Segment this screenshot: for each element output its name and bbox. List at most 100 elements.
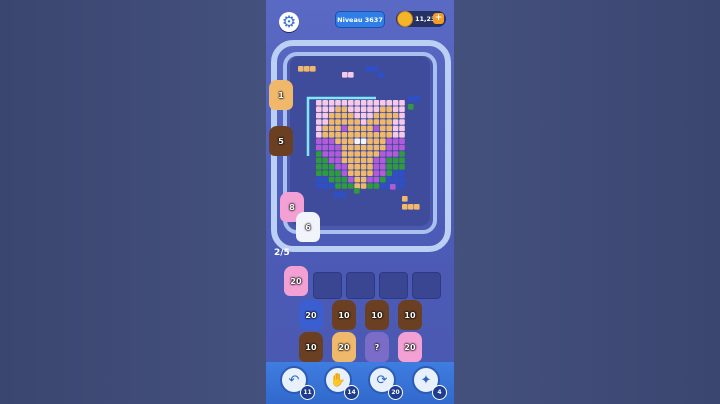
pixel-block (367, 157, 373, 164)
pixel-block (367, 151, 373, 157)
pixel-block (322, 183, 328, 189)
pixel-block (316, 125, 322, 132)
pixel-block (380, 138, 386, 144)
pixel-block (328, 125, 335, 132)
pixel-block (392, 151, 399, 157)
pixel-block (322, 144, 328, 151)
pixel-block (367, 144, 373, 151)
gear-icon: ⚙ (281, 12, 297, 31)
track-pig[interactable]: 1 (269, 80, 293, 110)
pixel-block (354, 119, 360, 125)
pixel-block (399, 157, 405, 164)
waiting-pig[interactable]: 20 (284, 266, 308, 296)
pixel-block (360, 106, 367, 112)
grid-pig[interactable]: 10 (365, 300, 389, 330)
pixel-block (322, 151, 328, 157)
pixel-block (399, 132, 405, 138)
pixel-block (341, 100, 348, 106)
pig-count: 8 (289, 202, 295, 212)
pixel-block (380, 119, 386, 125)
pixel-block (399, 170, 405, 176)
grid-pig[interactable]: 20 (299, 300, 323, 330)
grid-pig[interactable]: 10 (299, 332, 323, 362)
track-pig[interactable]: 5 (269, 126, 293, 156)
pixel-block (322, 132, 328, 138)
grid-pig[interactable]: ? (365, 332, 389, 362)
pixel-block (399, 125, 405, 132)
add-coins-button[interactable]: + (433, 13, 444, 24)
pixel-block (360, 125, 367, 132)
pixel-block (335, 164, 341, 170)
pixel-block (335, 144, 341, 151)
pixel-block (341, 183, 348, 189)
pixel-block (360, 157, 367, 164)
pixel-block (328, 112, 335, 119)
pixel-block (354, 164, 360, 170)
pixel-block (335, 100, 341, 106)
grid-pig[interactable]: 20 (332, 332, 356, 362)
grid-pig[interactable]: 10 (332, 300, 356, 330)
waiting-slot (412, 272, 441, 299)
pixel-block (335, 138, 341, 144)
loose-block (402, 196, 408, 202)
pixel-block (399, 119, 405, 125)
pixel-block (354, 106, 360, 112)
pixel-block (341, 132, 348, 138)
pixel-block (348, 106, 354, 112)
pixel-block (354, 183, 360, 189)
pixel-block (341, 170, 348, 176)
pixel-block (373, 144, 380, 151)
grid-pig[interactable]: 20 (398, 332, 422, 362)
loose-block (408, 96, 414, 102)
pixel-block (354, 125, 360, 132)
pixel-block (392, 144, 399, 151)
pixel-block (373, 138, 380, 144)
grid-pig[interactable]: 10 (398, 300, 422, 330)
pixel-block (367, 170, 373, 176)
loose-block (414, 96, 420, 102)
pixel-block (348, 157, 354, 164)
pixel-block (316, 119, 322, 125)
pixel-block (316, 132, 322, 138)
pixel-block (328, 170, 335, 176)
settings-button[interactable]: ⚙ (279, 12, 299, 32)
pixel-block (322, 176, 328, 183)
pixel-block (373, 164, 380, 170)
pixel-block (380, 100, 386, 106)
loose-block (390, 184, 396, 190)
pixel-block (316, 144, 322, 151)
pixel-block (380, 157, 386, 164)
pixel-block (328, 138, 335, 144)
pixel-block (380, 132, 386, 138)
waiting-slot (346, 272, 375, 299)
pixel-block (348, 164, 354, 170)
pixel-block (373, 119, 380, 125)
loose-block (366, 66, 372, 72)
pixel-block (399, 183, 405, 189)
waiting-slot (379, 272, 408, 299)
pixel-block (386, 132, 392, 138)
pixel-block (386, 151, 392, 157)
pixel-block (348, 119, 354, 125)
pixel-block (341, 119, 348, 125)
pixel-block (392, 170, 399, 176)
track-pig[interactable]: 6 (296, 212, 320, 242)
pixel-block (354, 151, 360, 157)
pixel-block (328, 183, 335, 189)
pixel-block (399, 138, 405, 144)
hand-icon: ✋ (329, 372, 347, 388)
loose-block (408, 104, 414, 110)
pixel-block (380, 151, 386, 157)
pixel-block (328, 144, 335, 151)
pixel-block (367, 164, 373, 170)
loose-block (340, 192, 346, 198)
pixel-block (373, 183, 380, 189)
pixel-block (328, 132, 335, 138)
pixel-block (322, 157, 328, 164)
pixel-block (322, 106, 328, 112)
right-backdrop (454, 0, 720, 404)
pixel-block (380, 125, 386, 132)
pixel-block (335, 157, 341, 164)
loose-block (310, 66, 316, 72)
pig-count: 10 (338, 310, 350, 320)
